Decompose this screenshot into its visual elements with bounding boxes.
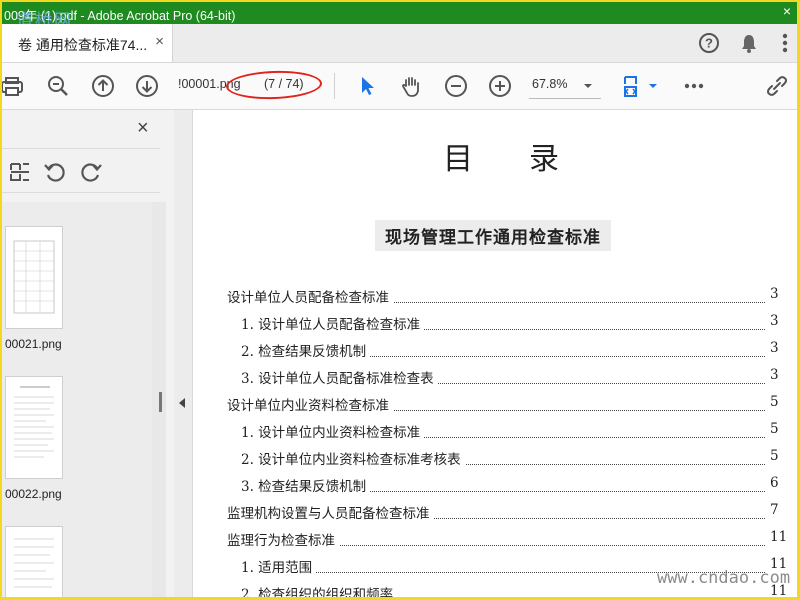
zoom-search-icon[interactable]	[46, 74, 70, 98]
rotate-counterclockwise-icon[interactable]	[43, 160, 67, 184]
toc-entry[interactable]: 3. 设计单位人员配备标准检查表 3	[193, 367, 797, 387]
page-subheading: 现场管理工作通用检查标准	[375, 220, 611, 251]
page-thumbnail-preview	[14, 538, 54, 588]
more-tools-icon[interactable]	[682, 74, 706, 98]
toc-entry[interactable]: 设计单位内业资料检查标准 5	[193, 394, 797, 414]
collapse-arrow-icon	[179, 398, 185, 408]
page-thumbnail[interactable]	[5, 376, 63, 479]
toc-entry-page: 5	[767, 421, 779, 437]
toc-entry-title: 监理行为检查标准	[227, 529, 339, 549]
toc-entry-page: 3	[767, 313, 779, 329]
toc-entry-page: 3	[767, 367, 779, 383]
toc-entry-title: 1. 适用范围	[241, 556, 317, 576]
toc-entry[interactable]: 3. 检查结果反馈机制 6	[193, 475, 797, 495]
panel-divider	[2, 148, 160, 149]
window-close-button[interactable]: ×	[783, 3, 791, 19]
zoom-level-select[interactable]: 67.8%	[532, 77, 567, 91]
document-page[interactable]: 目录 现场管理工作通用检查标准 设计单位人员配备检查标准 3 1. 设计单位人员配备…	[193, 110, 797, 597]
toc-entry[interactable]: 监理行为检查标准 11	[193, 529, 797, 549]
toc-entry-title: 2. 设计单位内业资料检查标准考核表	[241, 448, 465, 468]
toc-entry-page: 11	[767, 583, 788, 597]
toc-entry-title: 监理机构设置与人员配备检查标准	[227, 502, 434, 522]
notification-bell-icon[interactable]	[738, 32, 760, 54]
help-icon[interactable]: ?	[698, 32, 720, 54]
toc-entry-page: 5	[767, 448, 779, 464]
previous-page-icon[interactable]	[91, 74, 115, 98]
toc-entry[interactable]: 2. 检查结果反馈机制 3	[193, 340, 797, 360]
toc-entry[interactable]: 1. 设计单位内业资料检查标准 5	[193, 421, 797, 441]
toc-entry-page: 5	[767, 394, 779, 410]
toc-entry-page: 11	[767, 556, 788, 572]
toc-leader-dots	[245, 554, 765, 573]
panel-close-button[interactable]: ×	[137, 117, 149, 140]
page-fit-chevron-icon[interactable]	[647, 80, 659, 92]
page-fit-icon[interactable]	[622, 74, 646, 98]
zoom-in-icon[interactable]	[488, 74, 512, 98]
panel-resize-grip[interactable]	[159, 392, 162, 412]
toc-entry-page: 7	[767, 502, 779, 518]
toc-entry-page: 3	[767, 340, 779, 356]
thumbnail-list: 00021.png 00022.png	[2, 202, 152, 597]
toc-entry[interactable]: 2. 设计单位内业资料检查标准考核表 5	[193, 448, 797, 468]
toc-entry-title: 2. 检查结果反馈机制	[241, 340, 371, 360]
toc-entry-page: 11	[767, 529, 788, 545]
page-heading-left: 目	[443, 142, 473, 177]
panel-divider	[2, 192, 160, 193]
toc-entry-title: 3. 检查结果反馈机制	[241, 475, 371, 495]
toc-entry[interactable]: 设计单位人员配备检查标准 3	[193, 286, 797, 306]
hand-tool-icon[interactable]	[399, 74, 423, 98]
highlight-annotation-oval	[225, 69, 323, 101]
document-tab[interactable]: 卷 通用检查标准74... ×	[2, 24, 173, 62]
thumbnail-label: 00022.png	[5, 487, 62, 501]
tab-bar: 卷 通用检查标准74... × ?	[2, 24, 797, 63]
toc-entry-page: 6	[767, 475, 779, 491]
tab-close-button[interactable]: ×	[155, 33, 164, 50]
more-menu-icon[interactable]	[774, 32, 796, 54]
title-bar: 009年 (1).pdf - Adobe Acrobat Pro (64-bit…	[2, 2, 797, 31]
select-arrow-icon[interactable]	[356, 74, 380, 98]
zoom-out-icon[interactable]	[444, 74, 468, 98]
toc-entry-title: 2. 检查组织的组织和频率	[241, 583, 398, 597]
toc-entry[interactable]: 监理机构设置与人员配备检查标准 7	[193, 502, 797, 522]
svg-text:?: ?	[705, 36, 713, 51]
page-heading-right: 录	[529, 142, 559, 177]
page-thumbnail[interactable]	[5, 226, 63, 329]
toc-entry-title: 1. 设计单位内业资料检查标准	[241, 421, 425, 441]
page-thumbnail-preview	[14, 386, 54, 458]
zoom-dropdown-chevron-icon[interactable]	[582, 80, 594, 92]
page-heading: 目录	[443, 134, 559, 178]
print-icon[interactable]	[2, 74, 24, 98]
rotate-clockwise-icon[interactable]	[79, 160, 103, 184]
insert-page-icon[interactable]	[8, 160, 32, 184]
toc-entry-title: 设计单位人员配备检查标准	[227, 286, 393, 306]
toolbar-divider	[334, 73, 335, 99]
zoom-field-underline	[529, 98, 601, 99]
toc-entry[interactable]: 1. 设计单位人员配备检查标准 3	[193, 313, 797, 333]
toc-entry-title: 1. 设计单位人员配备检查标准	[241, 313, 425, 333]
page-thumbnail-preview	[13, 240, 55, 314]
acrobat-window: 009年 (1).pdf - Adobe Acrobat Pro (64-bit…	[2, 2, 797, 597]
page-thumbnail[interactable]	[5, 526, 63, 597]
share-link-icon[interactable]	[765, 74, 789, 98]
toc-entry-title: 3. 设计单位人员配备标准检查表	[241, 367, 438, 387]
next-page-icon[interactable]	[135, 74, 159, 98]
toc-entry-title: 设计单位内业资料检查标准	[227, 394, 393, 414]
toc-entry[interactable]: 2. 检查组织的组织和频率 11	[193, 583, 797, 597]
toolbar: !00001.png (7 / 74) 67.8%	[2, 63, 797, 110]
toc-entry-page: 3	[767, 286, 779, 302]
document-tab-label: 卷 通用检查标准74...	[18, 37, 148, 53]
page-thumbnails-panel: × 00021.png 00022.png	[2, 110, 175, 597]
panel-collapse-handle[interactable]	[174, 110, 193, 597]
thumbnail-label: 00021.png	[5, 337, 62, 351]
